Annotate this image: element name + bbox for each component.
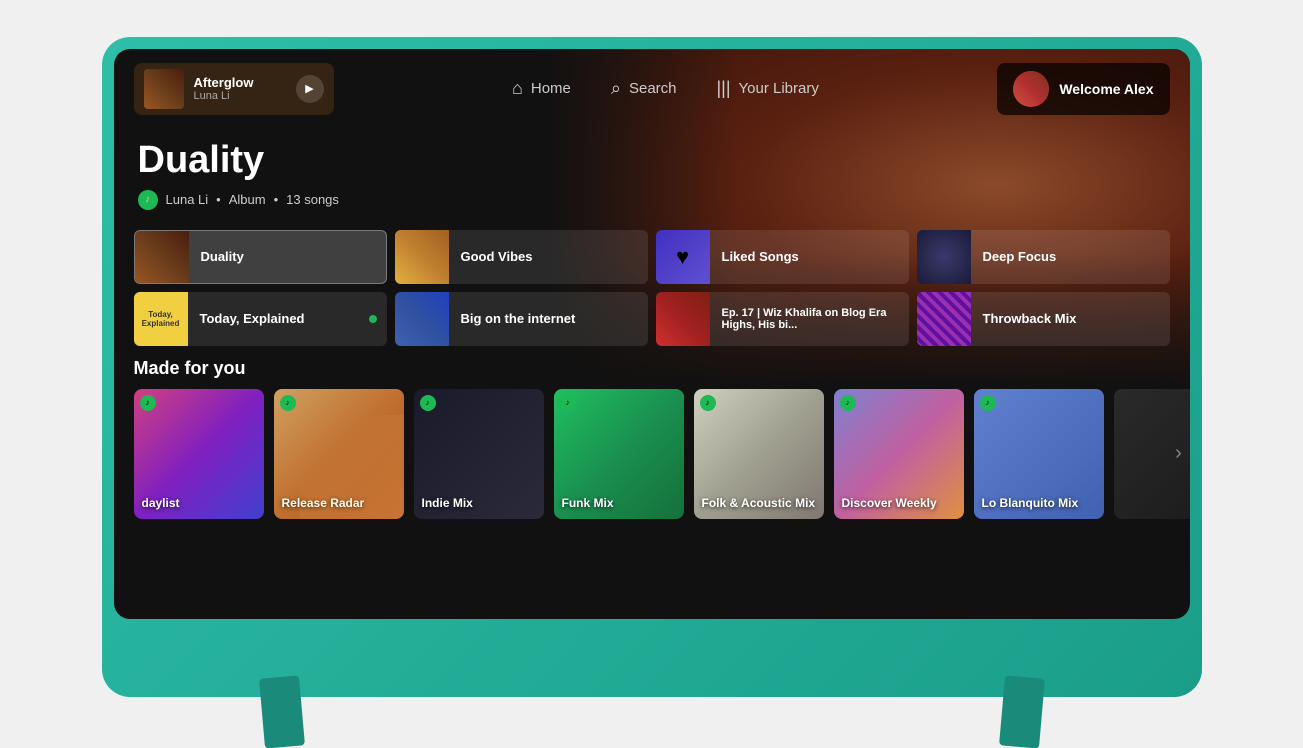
- mfy-discover-label: Discover Weekly: [842, 496, 937, 510]
- pick-thumb-biginternet: [395, 292, 449, 346]
- pick-label-liked: Liked Songs: [722, 249, 909, 264]
- mfy-release-inner: ♪ Release Radar: [274, 389, 404, 519]
- pick-label-goodvibes: Good Vibes: [461, 249, 648, 264]
- mfy-loblanquito[interactable]: ♪ Lo Blanquito Mix: [974, 389, 1104, 519]
- nav-library[interactable]: ||| Your Library: [717, 78, 819, 99]
- quick-picks-grid: Duality Good Vibes ♥ Liked Songs Deep Fo…: [114, 230, 1190, 346]
- nav-search-label: Search: [629, 80, 677, 97]
- pick-thumb-throwback: [917, 292, 971, 346]
- hero-section: Duality ♪ Luna Li • Album • 13 songs: [114, 129, 1190, 230]
- user-avatar: [1013, 71, 1049, 107]
- now-playing-artist: Luna Li: [194, 90, 286, 102]
- hero-title: Duality: [138, 139, 1166, 182]
- hero-meta: ♪ Luna Li • Album • 13 songs: [138, 190, 1166, 210]
- pick-today[interactable]: Today,Explained Today, Explained: [134, 292, 387, 346]
- spotify-icon-release: ♪: [280, 395, 296, 411]
- tv-screen: Afterglow Luna Li ▶ ⌂ Home ⌕ Search: [114, 49, 1190, 619]
- pick-thumb-liked: ♥: [656, 230, 710, 284]
- library-icon: |||: [717, 78, 731, 99]
- mfy-folk-inner: ♪ Folk & Acoustic Mix: [694, 389, 824, 519]
- pick-thumb-deepfocus: [917, 230, 971, 284]
- pick-biginternet[interactable]: Big on the internet: [395, 292, 648, 346]
- artist-icon: ♪: [138, 190, 158, 210]
- pick-label-biginternet: Big on the internet: [461, 311, 648, 326]
- header: Afterglow Luna Li ▶ ⌂ Home ⌕ Search: [114, 49, 1190, 129]
- more-icon: ›: [1175, 442, 1182, 465]
- mfy-indie[interactable]: ♪ Indie Mix: [414, 389, 544, 519]
- tv-stand-left: [259, 675, 305, 748]
- mfy-daylist[interactable]: ♪ daylist: [134, 389, 264, 519]
- search-icon: ⌕: [611, 78, 621, 99]
- pick-thumb-duality: [135, 230, 189, 284]
- spotify-icon-discover: ♪: [840, 395, 856, 411]
- made-for-you-title: Made for you: [114, 358, 1190, 379]
- mfy-folk[interactable]: ♪ Folk & Acoustic Mix: [694, 389, 824, 519]
- play-button[interactable]: ▶: [296, 75, 324, 103]
- mfy-folk-label: Folk & Acoustic Mix: [702, 496, 816, 510]
- hero-songs: 13 songs: [286, 192, 339, 207]
- pick-goodvibes[interactable]: Good Vibes: [395, 230, 648, 284]
- hero-separator-2: •: [274, 192, 279, 207]
- pick-thumb-wiz: [656, 292, 710, 346]
- pick-thumb-goodvibes: [395, 230, 449, 284]
- spotify-icon: ♪: [140, 395, 156, 411]
- tv-container: Afterglow Luna Li ▶ ⌂ Home ⌕ Search: [102, 37, 1202, 697]
- hero-artist: Luna Li: [166, 192, 209, 207]
- mfy-loblanquito-inner: ♪ Lo Blanquito Mix: [974, 389, 1104, 519]
- now-playing-card[interactable]: Afterglow Luna Li ▶: [134, 63, 334, 115]
- mfy-daylist-label: daylist: [142, 496, 180, 510]
- nav-library-label: Your Library: [739, 80, 819, 97]
- mfy-funk-label: Funk Mix: [562, 496, 614, 510]
- mfy-more[interactable]: ›: [1114, 389, 1190, 519]
- hero-separator-1: •: [216, 192, 221, 207]
- user-greeting[interactable]: Welcome Alex: [997, 63, 1169, 115]
- mfy-indie-inner: ♪ Indie Mix: [414, 389, 544, 519]
- mfy-discover-inner: ♪ Discover Weekly: [834, 389, 964, 519]
- spotify-icon-folk: ♪: [700, 395, 716, 411]
- made-for-you-row: ♪ daylist ♪ Release Radar ♪ Indie Mix: [114, 389, 1190, 519]
- pick-duality[interactable]: Duality: [134, 230, 387, 284]
- nav-home[interactable]: ⌂ Home: [512, 78, 571, 99]
- user-name: Welcome Alex: [1059, 81, 1153, 97]
- mfy-discover[interactable]: ♪ Discover Weekly: [834, 389, 964, 519]
- mfy-funk-inner: ♪ Funk Mix: [554, 389, 684, 519]
- hero-type: Album: [229, 192, 266, 207]
- pick-label-today: Today, Explained: [200, 311, 357, 326]
- new-indicator-dot: [369, 315, 377, 323]
- home-icon: ⌂: [512, 78, 523, 99]
- pick-deepfocus[interactable]: Deep Focus: [917, 230, 1170, 284]
- nav-home-label: Home: [531, 80, 571, 97]
- mfy-loblanquito-label: Lo Blanquito Mix: [982, 496, 1079, 510]
- mfy-daylist-inner: ♪ daylist: [134, 389, 264, 519]
- pick-label-wiz: Ep. 17 | Wiz Khalifa on Blog Era Highs, …: [722, 307, 909, 331]
- nav-search[interactable]: ⌕ Search: [611, 78, 677, 99]
- now-playing-info: Afterglow Luna Li: [194, 75, 286, 102]
- nav-center: ⌂ Home ⌕ Search ||| Your Library: [354, 78, 978, 99]
- spotify-icon-loblanquito: ♪: [980, 395, 996, 411]
- mfy-indie-label: Indie Mix: [422, 496, 473, 510]
- tv-stand-right: [999, 675, 1045, 748]
- pick-wiz[interactable]: Ep. 17 | Wiz Khalifa on Blog Era Highs, …: [656, 292, 909, 346]
- now-playing-thumbnail: [144, 69, 184, 109]
- spotify-icon-indie: ♪: [420, 395, 436, 411]
- pick-label-deepfocus: Deep Focus: [983, 249, 1170, 264]
- now-playing-title: Afterglow: [194, 75, 286, 90]
- pick-label-duality: Duality: [201, 249, 386, 264]
- mfy-release[interactable]: ♪ Release Radar: [274, 389, 404, 519]
- spotify-icon-funk: ♪: [560, 395, 576, 411]
- pick-thumb-today: Today,Explained: [134, 292, 188, 346]
- pick-liked[interactable]: ♥ Liked Songs: [656, 230, 909, 284]
- mfy-release-label: Release Radar: [282, 496, 365, 510]
- pick-label-throwback: Throwback Mix: [983, 311, 1170, 326]
- tv-frame: Afterglow Luna Li ▶ ⌂ Home ⌕ Search: [102, 37, 1202, 697]
- pick-throwback[interactable]: Throwback Mix: [917, 292, 1170, 346]
- mfy-funk[interactable]: ♪ Funk Mix: [554, 389, 684, 519]
